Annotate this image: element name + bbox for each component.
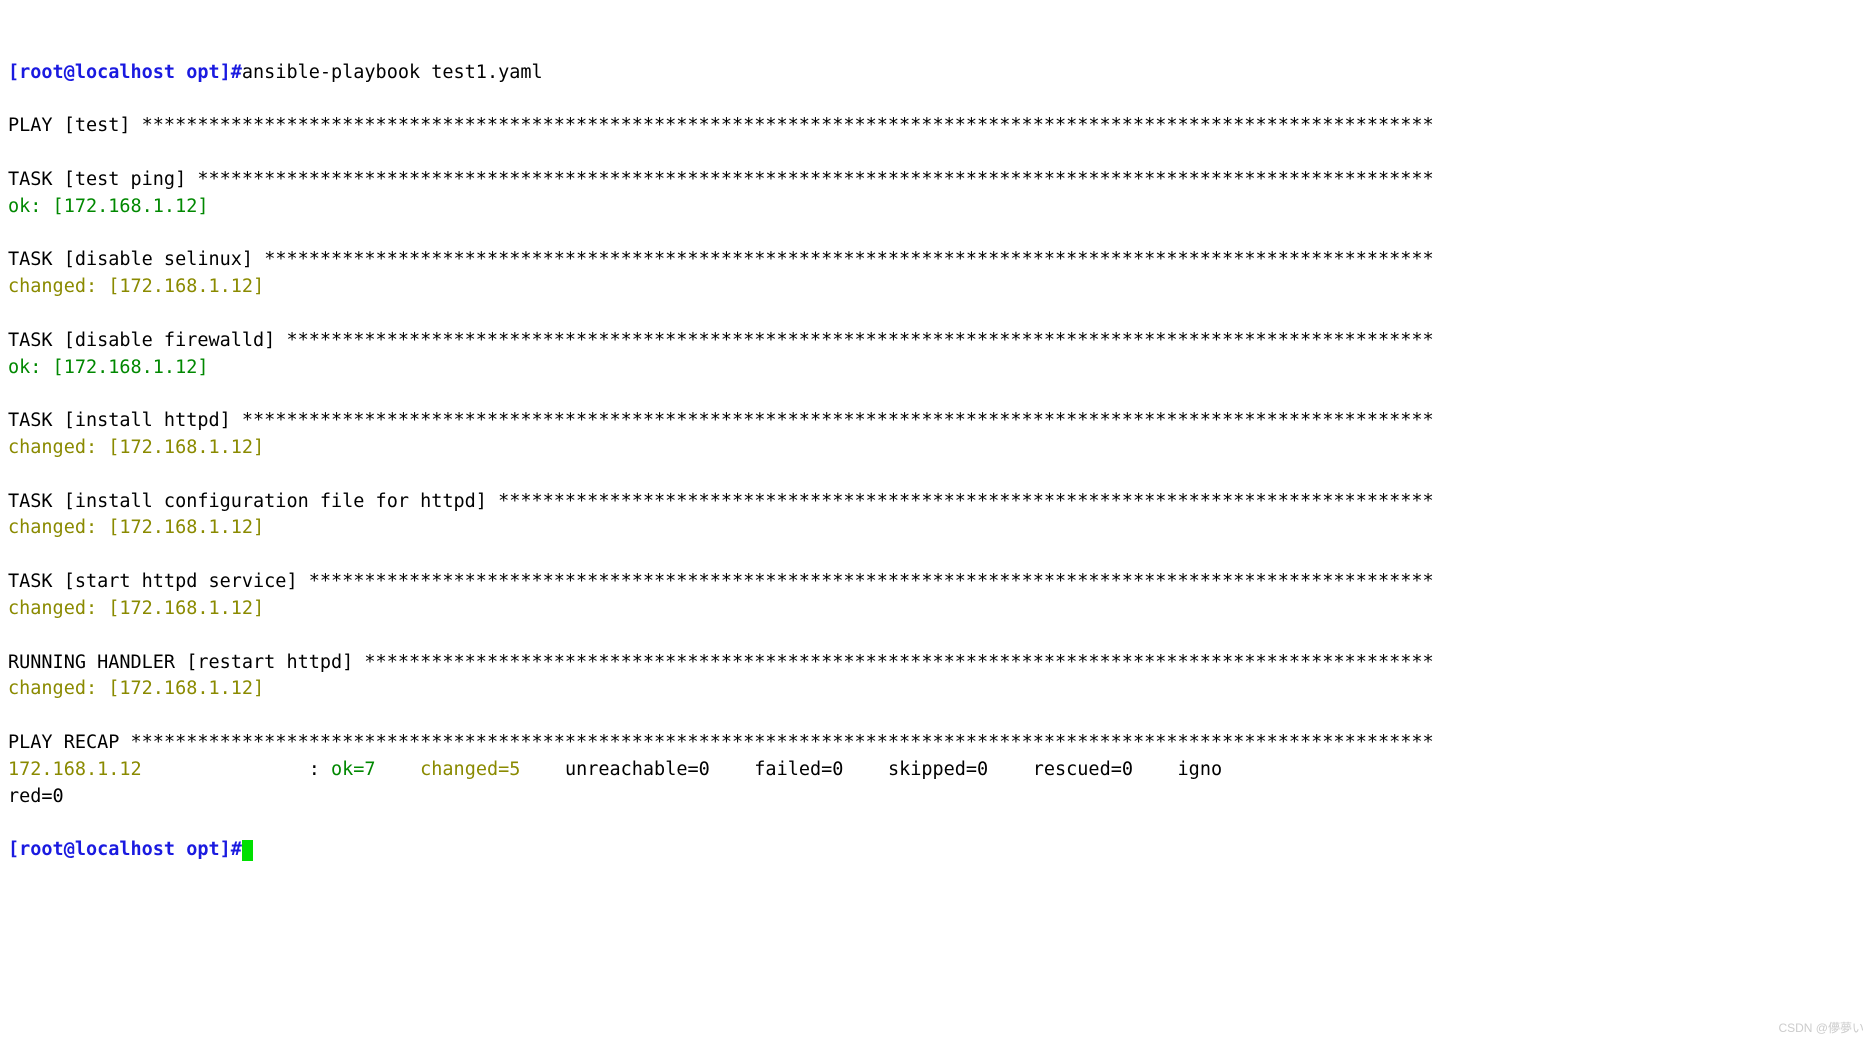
recap-row: 172.168.1.12 : ok=7 changed=5 unreachabl… — [8, 759, 1222, 780]
task-status: changed: [172.168.1.12] — [8, 598, 264, 619]
recap-changed: changed=5 — [420, 759, 520, 780]
pad — [376, 759, 421, 780]
task-header: RUNNING HANDLER [restart httpd] ********… — [8, 652, 1434, 673]
task-header: TASK [disable firewalld] ***************… — [8, 330, 1434, 351]
shell-prompt: [root@localhost opt]# — [8, 62, 242, 83]
pad — [520, 759, 565, 780]
task-label: TASK [install httpd] — [8, 410, 242, 431]
play-header: PLAY [test] ****************************… — [8, 115, 1434, 136]
recap-header: PLAY RECAP *****************************… — [8, 732, 1434, 753]
task-label: TASK [test ping] — [8, 169, 197, 190]
task-status: ok: [172.168.1.12] — [8, 357, 208, 378]
prompt-line: [root@localhost opt]#ansible-playbook te… — [8, 62, 543, 83]
task-label: RUNNING HANDLER [restart httpd] — [8, 652, 364, 673]
colon: : — [309, 759, 331, 780]
task-header: TASK [test ping] ***********************… — [8, 169, 1434, 190]
recap-wrap: red=0 — [8, 786, 64, 807]
task-status: changed: [172.168.1.12] — [8, 678, 264, 699]
recap-rest: unreachable=0 failed=0 skipped=0 rescued… — [565, 759, 1222, 780]
header-stars: ****************************************… — [142, 115, 1434, 136]
task-header: TASK [install configuration file for htt… — [8, 491, 1434, 512]
header-stars: ****************************************… — [498, 491, 1434, 512]
task-label: TASK [start httpd service] — [8, 571, 309, 592]
header-stars: ****************************************… — [264, 249, 1433, 270]
recap-ok: ok=7 — [331, 759, 376, 780]
task-label: TASK [disable selinux] — [8, 249, 264, 270]
task-label: TASK [install configuration file for htt… — [8, 491, 498, 512]
prompt-line[interactable]: [root@localhost opt]# — [8, 839, 253, 860]
task-status: changed: [172.168.1.12] — [8, 437, 264, 458]
task-header: TASK [start httpd service] *************… — [8, 571, 1434, 592]
watermark: CSDN @儚夢い — [1778, 1020, 1864, 1037]
task-header: TASK [install httpd] *******************… — [8, 410, 1434, 431]
header-stars: ****************************************… — [309, 571, 1434, 592]
pad — [142, 759, 309, 780]
header-stars: ****************************************… — [242, 410, 1434, 431]
task-label: TASK [disable firewalld] — [8, 330, 286, 351]
task-status: changed: [172.168.1.12] — [8, 276, 264, 297]
header-stars: ****************************************… — [364, 652, 1433, 673]
play-label: PLAY [test] — [8, 115, 142, 136]
recap-host: 172.168.1.12 — [8, 759, 142, 780]
task-status: ok: [172.168.1.12] — [8, 196, 208, 217]
header-stars: ****************************************… — [286, 330, 1433, 351]
command-text: ansible-playbook test1.yaml — [242, 62, 543, 83]
task-header: TASK [disable selinux] *****************… — [8, 249, 1434, 270]
cursor-icon — [242, 840, 253, 861]
shell-prompt: [root@localhost opt]# — [8, 839, 242, 860]
task-status: changed: [172.168.1.12] — [8, 517, 264, 538]
recap-label: PLAY RECAP — [8, 732, 131, 753]
header-stars: ****************************************… — [197, 169, 1433, 190]
terminal-output[interactable]: [root@localhost opt]#ansible-playbook te… — [8, 60, 1866, 864]
header-stars: ****************************************… — [131, 732, 1434, 753]
